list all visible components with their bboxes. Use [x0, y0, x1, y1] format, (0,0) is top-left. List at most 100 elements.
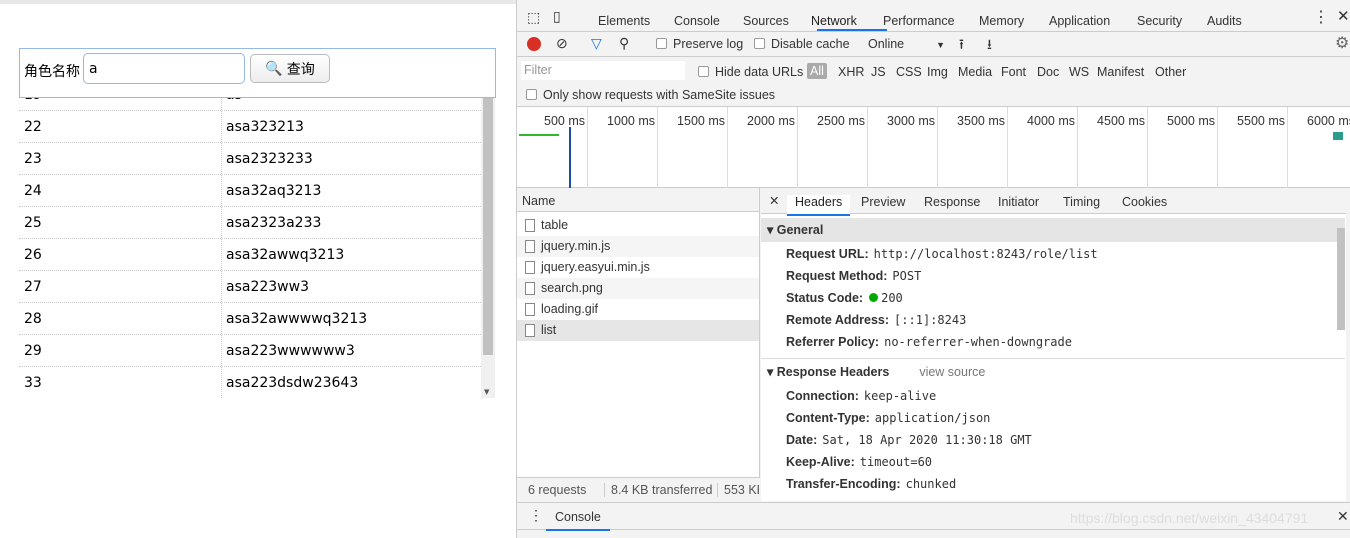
general-section-header[interactable]: ▾ General — [761, 218, 1345, 242]
header-key: Request Method: — [786, 269, 888, 283]
name-column-header[interactable]: Name — [517, 188, 759, 212]
table-row[interactable]: 28 asa32awwwwq3213 — [19, 303, 481, 335]
table-row[interactable]: 22 asa323213 — [19, 111, 481, 143]
table-row[interactable]: 27 asa223ww3 — [19, 271, 481, 303]
header-value: timeout=60 — [859, 455, 933, 469]
tab-performance[interactable]: Performance — [883, 14, 955, 28]
search-button[interactable]: 🔍 查询 — [250, 54, 330, 83]
role-name-input[interactable] — [83, 53, 245, 84]
timeline-tick-label: 1000 ms — [607, 114, 655, 128]
table-row[interactable]: 33 asa223dsdw23643 — [19, 367, 481, 398]
detail-tab-timing[interactable]: Timing — [1063, 195, 1100, 209]
drawer-menu-icon[interactable]: ⋮ — [529, 507, 543, 524]
tab-console[interactable]: Console — [674, 14, 720, 28]
table-row[interactable]: 26 asa32awwq3213 — [19, 239, 481, 271]
filter-type-other[interactable]: Other — [1155, 65, 1186, 79]
tab-audits[interactable]: Audits — [1207, 14, 1242, 28]
timeline-tick: 3500 ms — [957, 107, 1008, 188]
filter-type-ws[interactable]: WS — [1069, 65, 1089, 79]
table-row[interactable]: 29 asa223wwwwww3 — [19, 335, 481, 367]
timeline-tick-label: 4000 ms — [1027, 114, 1075, 128]
tab-network[interactable]: Network — [811, 14, 857, 28]
request-row[interactable]: table — [517, 215, 759, 236]
timeline-overview[interactable]: 500 ms 1000 ms 1500 ms 2000 ms 2500 ms 3000 m… — [517, 106, 1350, 188]
request-row[interactable]: search.png — [517, 278, 759, 299]
detail-tab-initiator[interactable]: Initiator — [998, 195, 1039, 209]
tab-security[interactable]: Security — [1137, 14, 1182, 28]
inspect-element-icon[interactable]: ⬚ — [527, 9, 540, 26]
timeline-tick-label: 5000 ms — [1167, 114, 1215, 128]
table-row[interactable]: 25 asa2323a233 — [19, 207, 481, 239]
detail-tab-preview[interactable]: Preview — [861, 195, 905, 209]
document-file-icon — [525, 240, 535, 253]
request-row[interactable]: jquery.easyui.min.js — [517, 257, 759, 278]
scroll-down-arrow-icon[interactable]: ▼ — [484, 388, 489, 396]
export-har-icon[interactable]: ⭳ — [987, 34, 992, 58]
document-file-icon — [525, 303, 535, 316]
disable-cache-checkbox[interactable]: Disable cache — [754, 37, 850, 51]
detail-tab-response[interactable]: Response — [924, 195, 980, 209]
throttle-select[interactable]: Online ▼ — [868, 37, 945, 51]
close-details-icon[interactable]: ✕ — [769, 193, 779, 208]
filter-type-all[interactable]: All — [807, 63, 827, 79]
filter-type-img[interactable]: Img — [927, 65, 948, 79]
filter-input[interactable]: Filter — [521, 61, 685, 80]
view-source-link[interactable]: view source — [919, 365, 985, 379]
watermark: https://blog.csdn.net/weixin_43404791 — [1070, 510, 1309, 526]
header-row: Keep-Alive: timeout=60 — [786, 455, 932, 469]
details-scrollbar[interactable] — [1337, 228, 1345, 330]
drawer-bar: ⋮ Console https://blog.csdn.net/weixin_4… — [517, 502, 1350, 531]
status-bar: 6 requests 8.4 KB transferred 553 KB — [517, 477, 760, 501]
preserve-log-checkbox[interactable]: Preserve log — [656, 37, 743, 51]
settings-gear-icon[interactable]: ⚙ — [1335, 33, 1349, 53]
tab-sources[interactable]: Sources — [743, 14, 789, 28]
filter-type-xhr[interactable]: XHR — [838, 65, 864, 79]
samesite-checkbox[interactable]: Only show requests with SameSite issues — [526, 88, 775, 102]
tab-memory[interactable]: Memory — [979, 14, 1024, 28]
grid-scrollbar[interactable]: ▼ — [481, 97, 495, 398]
close-devtools-icon[interactable]: ✕ — [1337, 7, 1350, 25]
table-row[interactable]: 24 asa32aq3213 — [19, 175, 481, 207]
row-name: asa2323a233 — [226, 215, 322, 231]
close-drawer-icon[interactable]: ✕ — [1337, 508, 1349, 525]
request-row[interactable]: list — [517, 320, 759, 341]
document-file-icon — [525, 261, 535, 274]
request-count: 6 requests — [528, 483, 587, 497]
response-headers-section-header[interactable]: ▾ Response Headers view source — [761, 360, 1345, 384]
header-row: Request URL: http://localhost:8243/role/l… — [786, 247, 1098, 261]
more-menu-icon[interactable]: ⋮ — [1313, 7, 1329, 27]
tab-elements[interactable]: Elements — [598, 14, 650, 28]
drawer-tab-console[interactable]: Console — [546, 510, 610, 531]
row-id: 29 — [24, 343, 42, 359]
import-har-icon[interactable]: ⭱ — [959, 34, 964, 58]
filter-icon[interactable]: ▽ — [591, 35, 602, 52]
timeline-tick: 5500 ms — [1237, 107, 1288, 188]
filter-type-font[interactable]: Font — [1001, 65, 1026, 79]
table-row[interactable]: 23 asa2323233 — [19, 143, 481, 175]
timeline-tick: 4500 ms — [1097, 107, 1148, 188]
filter-type-js[interactable]: JS — [871, 65, 886, 79]
header-row: Remote Address: [::1]:8243 — [786, 313, 966, 327]
request-row[interactable]: jquery.min.js — [517, 236, 759, 257]
row-name: asa223ww3 — [226, 279, 309, 295]
filter-type-css[interactable]: CSS — [896, 65, 922, 79]
filter-type-manifest[interactable]: Manifest — [1097, 65, 1144, 79]
filter-type-media[interactable]: Media — [958, 65, 992, 79]
record-icon[interactable] — [527, 37, 541, 51]
devtools-panel: ⬚ ▯ Elements Console Sources Network Perform… — [516, 0, 1350, 538]
timeline-bar — [519, 134, 559, 136]
tab-application[interactable]: Application — [1049, 14, 1110, 28]
scrollbar-thumb[interactable] — [483, 97, 493, 355]
detail-tab-cookies[interactable]: Cookies — [1122, 195, 1167, 209]
filter-type-doc[interactable]: Doc — [1037, 65, 1059, 79]
row-name: asa2323233 — [226, 151, 313, 167]
search-icon[interactable]: ⚲ — [619, 35, 629, 52]
request-row[interactable]: loading.gif — [517, 299, 759, 320]
clear-icon[interactable]: ⊘ — [556, 35, 568, 52]
header-key: Date: — [786, 433, 818, 447]
row-id: 25 — [24, 215, 42, 231]
hide-data-urls-checkbox[interactable]: Hide data URLs — [698, 65, 803, 79]
device-toggle-icon[interactable]: ▯ — [553, 8, 561, 25]
web-page: 19as22asa32321323asa232323324asa32aq3213… — [0, 0, 516, 538]
detail-tab-headers[interactable]: Headers — [787, 195, 851, 216]
